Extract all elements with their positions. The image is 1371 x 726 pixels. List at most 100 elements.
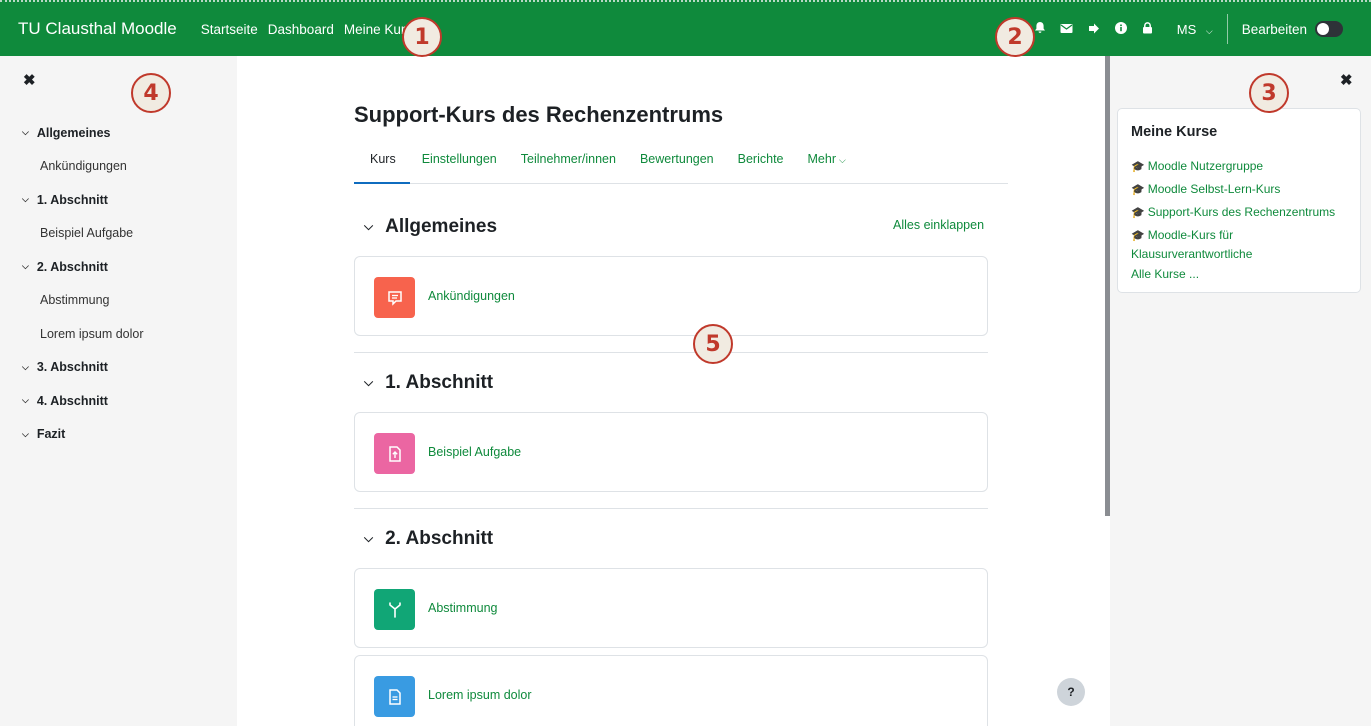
course-link[interactable]: 🎓 Moodle-Kurs für Klausurverantwortliche bbox=[1131, 226, 1357, 263]
block-drawer: ✖ Meine Kurse 🎓 Moodle Nutzergruppe 🎓 Mood… bbox=[1110, 56, 1371, 726]
page-icon bbox=[374, 676, 415, 717]
course-index-section[interactable]: ⌵ 4. Abschnitt bbox=[22, 384, 144, 418]
activity-name[interactable]: Lorem ipsum dolor bbox=[428, 688, 532, 702]
course-index-item[interactable]: Abstimmung bbox=[22, 284, 144, 318]
course-link[interactable]: 🎓 Support-Kurs des Rechenzentrums bbox=[1131, 203, 1357, 222]
tab-mehr[interactable]: Mehr ⌵ bbox=[796, 146, 858, 184]
course-index-item[interactable]: Beispiel Aufgabe bbox=[22, 217, 144, 251]
chevron-down-icon: ⌵ bbox=[22, 395, 29, 406]
my-courses-list: 🎓 Moodle Nutzergruppe 🎓 Moodle Selbst-Lern… bbox=[1131, 157, 1357, 281]
graduation-cap-icon: 🎓 bbox=[1131, 207, 1145, 219]
primary-navigation: Startseite Dashboard Meine Kurse bbox=[201, 22, 420, 37]
chevron-down-icon: ⌵ bbox=[22, 428, 29, 439]
chevron-down-icon: ⌵ bbox=[838, 155, 846, 165]
callout-marker-5: 5 bbox=[693, 324, 733, 364]
graduation-cap-icon: 🎓 bbox=[1131, 230, 1145, 242]
course-index-section-label: 4. Abschnitt bbox=[36, 393, 108, 408]
course-index-section[interactable]: ⌵ Fazit bbox=[22, 418, 144, 452]
graduation-cap-icon: 🎓 bbox=[1131, 161, 1145, 173]
chevron-down-icon: ⌵ bbox=[22, 194, 29, 205]
activity-name[interactable]: Abstimmung bbox=[428, 601, 497, 615]
nav-link-startseite[interactable]: Startseite bbox=[201, 22, 258, 37]
secondary-navigation: Kurs Einstellungen Teilnehmer/innen Bewe… bbox=[354, 146, 1008, 184]
all-courses-link[interactable]: Alle Kurse ... bbox=[1131, 267, 1357, 281]
course-index-section[interactable]: ⌵ 1. Abschnitt bbox=[22, 183, 144, 217]
section-header-2[interactable]: ⌵ 2. Abschnitt bbox=[364, 528, 493, 550]
tab-bewertungen[interactable]: Bewertungen bbox=[628, 146, 726, 184]
tab-kurs[interactable]: Kurs bbox=[354, 146, 410, 184]
course-index-section-label: Allgemeines bbox=[36, 125, 111, 140]
activity-name[interactable]: Ankündigungen bbox=[428, 289, 515, 303]
chevron-down-icon: ⌵ bbox=[364, 219, 374, 233]
section-header-allgemeines[interactable]: ⌵ Allgemeines bbox=[364, 216, 497, 238]
callout-marker-3: 3 bbox=[1249, 73, 1289, 113]
chevron-down-icon: ⌵ bbox=[22, 127, 29, 138]
course-index-section-label: Fazit bbox=[36, 427, 66, 442]
nav-link-dashboard[interactable]: Dashboard bbox=[268, 22, 334, 37]
envelope-icon[interactable] bbox=[1060, 22, 1074, 37]
activity-card[interactable]: Lorem ipsum dolor bbox=[354, 655, 988, 726]
chevron-down-icon: ⌵ bbox=[1205, 25, 1213, 36]
course-index-item[interactable]: Ankündigungen bbox=[22, 150, 144, 184]
navbar-divider bbox=[1226, 14, 1228, 44]
course-link-label: Support-Kurs des Rechenzentrums bbox=[1147, 205, 1336, 219]
callout-marker-4: 4 bbox=[131, 73, 171, 113]
choice-icon bbox=[374, 589, 415, 630]
section-header-1[interactable]: ⌵ 1. Abschnitt bbox=[364, 372, 493, 394]
course-index-drawer: ✖ ⌵ Allgemeines Ankündigungen ⌵ 1. Abschnitt… bbox=[0, 56, 237, 726]
course-index-section-label: 2. Abschnitt bbox=[36, 259, 108, 274]
section-title: 2. Abschnitt bbox=[385, 528, 494, 549]
edit-mode-toggle[interactable] bbox=[1315, 21, 1343, 37]
info-icon[interactable] bbox=[1114, 21, 1128, 37]
lock-icon[interactable] bbox=[1141, 21, 1155, 37]
toggle-knob bbox=[1317, 23, 1329, 35]
course-link-label: Moodle Selbst-Lern-Kurs bbox=[1147, 182, 1281, 196]
user-initials: MS bbox=[1176, 21, 1197, 37]
graduation-cap-icon: 🎓 bbox=[1131, 184, 1145, 196]
tab-einstellungen[interactable]: Einstellungen bbox=[410, 146, 509, 184]
logout-icon[interactable] bbox=[1087, 22, 1101, 37]
tab-teilnehmer[interactable]: Teilnehmer/innen bbox=[509, 146, 628, 184]
section-title: 1. Abschnitt bbox=[385, 372, 494, 393]
course-index-item[interactable]: Lorem ipsum dolor bbox=[22, 317, 144, 351]
course-index-section-label: 1. Abschnitt bbox=[36, 192, 108, 207]
tab-mehr-label: Mehr bbox=[807, 152, 836, 166]
site-brand[interactable]: TU Clausthal Moodle bbox=[18, 19, 177, 39]
course-link-label: Moodle Nutzergruppe bbox=[1147, 159, 1264, 173]
forum-icon bbox=[374, 277, 415, 318]
course-index-section-label: 3. Abschnitt bbox=[36, 360, 108, 375]
navbar-actions: MS ⌵ Bearbeiten bbox=[1020, 2, 1343, 56]
course-index-section[interactable]: ⌵ 2. Abschnitt bbox=[22, 250, 144, 284]
course-link[interactable]: 🎓 Moodle Nutzergruppe bbox=[1131, 157, 1357, 176]
page-title: Support-Kurs des Rechenzentrums bbox=[354, 102, 724, 127]
course-content: Support-Kurs des Rechenzentrums Kurs Ein… bbox=[237, 56, 1110, 726]
user-menu[interactable]: MS ⌵ bbox=[1177, 22, 1213, 37]
assignment-icon bbox=[374, 433, 415, 474]
tab-berichte[interactable]: Berichte bbox=[726, 146, 796, 184]
course-link-label: Moodle-Kurs für Klausurverantwortliche bbox=[1131, 228, 1253, 261]
close-icon[interactable]: ✖ bbox=[23, 71, 36, 89]
activity-card[interactable]: Ankündigungen bbox=[354, 256, 988, 336]
activity-name[interactable]: Beispiel Aufgabe bbox=[428, 445, 521, 459]
help-button[interactable]: ? bbox=[1057, 678, 1085, 706]
chevron-down-icon: ⌵ bbox=[22, 261, 29, 272]
chevron-down-icon: ⌵ bbox=[364, 531, 374, 545]
activity-card[interactable]: Abstimmung bbox=[354, 568, 988, 648]
course-link[interactable]: 🎓 Moodle Selbst-Lern-Kurs bbox=[1131, 180, 1357, 199]
my-courses-block: Meine Kurse 🎓 Moodle Nutzergruppe 🎓 Moodle… bbox=[1117, 108, 1361, 293]
course-index-section[interactable]: ⌵ 3. Abschnitt bbox=[22, 351, 144, 385]
close-icon[interactable]: ✖ bbox=[1340, 71, 1353, 89]
course-index: ⌵ Allgemeines Ankündigungen ⌵ 1. Abschnitt Be… bbox=[22, 116, 144, 451]
block-title: Meine Kurse bbox=[1131, 124, 1218, 140]
chevron-down-icon: ⌵ bbox=[22, 361, 29, 372]
chevron-down-icon: ⌵ bbox=[364, 375, 374, 389]
section-title: Allgemeines bbox=[385, 216, 498, 237]
activity-card[interactable]: Beispiel Aufgabe bbox=[354, 412, 988, 492]
section-divider bbox=[354, 508, 988, 509]
collapse-all-link[interactable]: Alles einklappen bbox=[893, 218, 984, 232]
section-divider bbox=[354, 352, 988, 353]
course-index-section[interactable]: ⌵ Allgemeines bbox=[22, 116, 144, 150]
callout-marker-2: 2 bbox=[995, 17, 1035, 57]
top-navbar: TU Clausthal Moodle Startseite Dashboard… bbox=[0, 0, 1371, 56]
callout-marker-1: 1 bbox=[402, 17, 442, 57]
